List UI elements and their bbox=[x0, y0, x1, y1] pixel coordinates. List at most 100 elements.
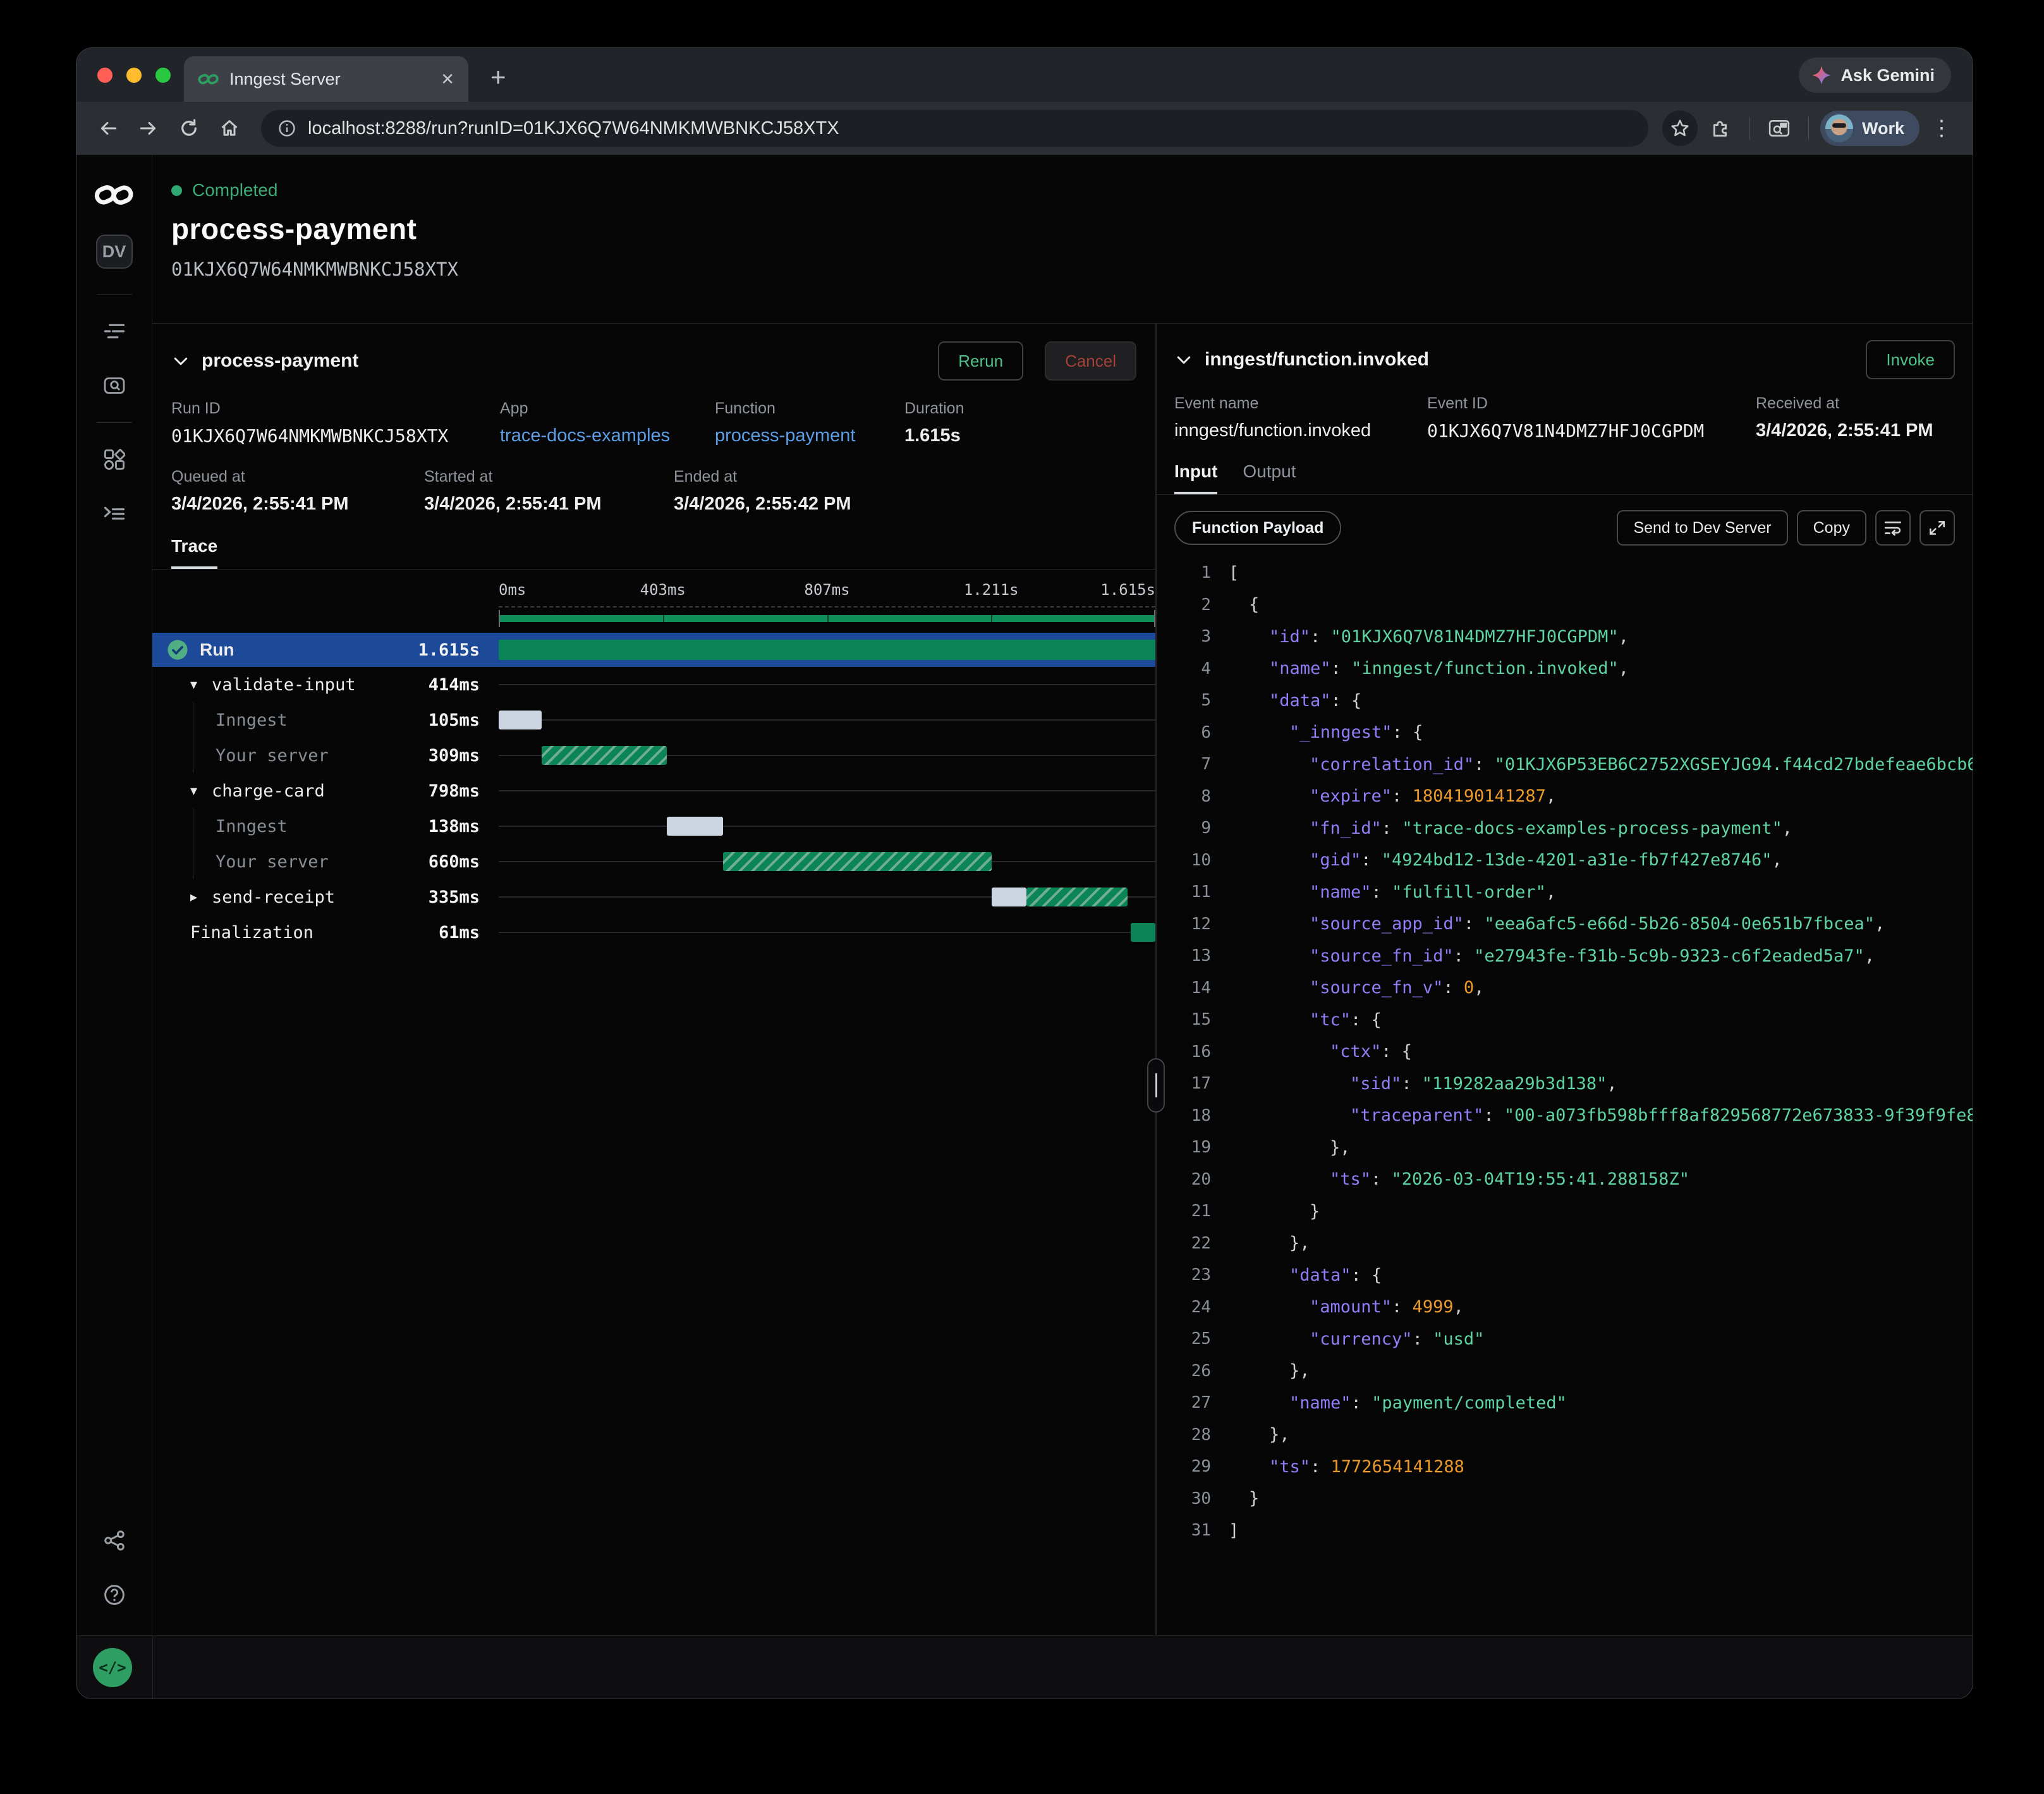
step-name: Inngest bbox=[216, 817, 429, 836]
copy-button[interactable]: Copy bbox=[1797, 510, 1866, 546]
gemini-sparkle-icon bbox=[1811, 65, 1832, 85]
sidebar-item-apps[interactable] bbox=[97, 442, 132, 477]
line-number: 23 bbox=[1174, 1266, 1211, 1284]
bookmark-star-icon[interactable] bbox=[1662, 111, 1698, 146]
wrap-text-icon[interactable] bbox=[1875, 510, 1911, 546]
trace-row-run[interactable]: Run 1.615s bbox=[152, 633, 1155, 667]
avatar bbox=[1825, 114, 1853, 142]
timeline-minimap bbox=[152, 604, 1155, 633]
function-link[interactable]: process-payment bbox=[715, 425, 904, 446]
line-number: 8 bbox=[1174, 787, 1211, 806]
trace-row[interactable]: Finalization61ms bbox=[152, 915, 1155, 950]
desktop: Inngest Server ✕ + Ask Gemini bbox=[0, 0, 2044, 1794]
ask-gemini-button[interactable]: Ask Gemini bbox=[1799, 58, 1951, 93]
reload-icon[interactable] bbox=[171, 111, 207, 146]
expand-icon[interactable] bbox=[1919, 510, 1955, 546]
step-name: Run bbox=[200, 640, 418, 660]
code-line: 3"id": "01KJX6Q7V81N4DMZ7HFJ0CGPDM", bbox=[1174, 621, 1973, 653]
tab-output[interactable]: Output bbox=[1243, 461, 1296, 494]
cancel-button[interactable]: Cancel bbox=[1045, 341, 1136, 381]
sidebar-item-runs[interactable] bbox=[97, 314, 132, 349]
help-icon[interactable] bbox=[97, 1577, 132, 1613]
line-number: 3 bbox=[1174, 627, 1211, 646]
code-line: 18"traceparent": "00-a073fb598bfff8af829… bbox=[1174, 1100, 1973, 1132]
trace-bar-server bbox=[723, 852, 992, 871]
app-badge[interactable]: DV bbox=[96, 235, 133, 269]
chevron-down-icon[interactable]: ▾ bbox=[190, 783, 207, 799]
browser-profile-chip[interactable]: Work bbox=[1820, 111, 1919, 146]
side-panel-search-icon[interactable] bbox=[1761, 111, 1797, 146]
step-duration: 660ms bbox=[429, 852, 499, 872]
trace-rows: ▾validate-input414msInngest105msYour ser… bbox=[152, 667, 1155, 950]
window-controls[interactable] bbox=[97, 68, 171, 83]
event-title: inngest/function.invoked bbox=[1205, 349, 1854, 370]
tab-trace[interactable]: Trace bbox=[171, 536, 217, 569]
toolbar-divider bbox=[1749, 117, 1750, 140]
line-number: 11 bbox=[1174, 882, 1211, 901]
trace-row[interactable]: Your server309ms bbox=[152, 738, 1155, 773]
sidebar-item-events-search[interactable] bbox=[97, 368, 132, 403]
payload-type-chip[interactable]: Function Payload bbox=[1174, 511, 1341, 545]
share-icon[interactable] bbox=[97, 1523, 132, 1558]
app-main: Completed process-payment 01KJX6Q7W64NMK… bbox=[152, 155, 1973, 1635]
line-number: 15 bbox=[1174, 1010, 1211, 1029]
code-line: 4"name": "inngest/function.invoked", bbox=[1174, 653, 1973, 685]
run-id: 01KJX6Q7W64NMKMWBNKCJ58XTX bbox=[171, 259, 1973, 280]
url-bar[interactable]: localhost:8288/run?runID=01KJX6Q7W64NMKM… bbox=[261, 110, 1648, 147]
panel-resize-handle[interactable] bbox=[1147, 1058, 1165, 1113]
trace-bar-queue bbox=[667, 817, 723, 836]
trace-row[interactable]: Your server660ms bbox=[152, 844, 1155, 879]
chevron-down-icon[interactable]: ▾ bbox=[190, 677, 207, 693]
trace-row[interactable]: ▾charge-card798ms bbox=[152, 773, 1155, 809]
send-to-dev-server-button[interactable]: Send to Dev Server bbox=[1617, 510, 1787, 546]
minimize-window-button[interactable] bbox=[126, 68, 142, 83]
extensions-icon[interactable] bbox=[1703, 111, 1738, 146]
inngest-logo bbox=[94, 180, 135, 209]
browser-toolbar: localhost:8288/run?runID=01KJX6Q7W64NMKM… bbox=[76, 102, 1973, 155]
meta-received-at: Received at 3/4/2026, 2:55:41 PM bbox=[1756, 394, 1933, 441]
chevron-right-icon[interactable]: ▸ bbox=[190, 889, 207, 905]
sidebar-item-terminal[interactable] bbox=[97, 496, 132, 532]
invoke-button[interactable]: Invoke bbox=[1866, 340, 1955, 379]
app-footer: </> bbox=[76, 1635, 1973, 1699]
close-window-button[interactable] bbox=[97, 68, 113, 83]
chevron-down-icon[interactable] bbox=[171, 351, 190, 370]
back-icon[interactable] bbox=[90, 111, 126, 146]
line-number: 24 bbox=[1174, 1298, 1211, 1317]
code-line: 31] bbox=[1174, 1515, 1973, 1547]
code-line: 12"source_app_id": "eea6afc5-e66d-5b26-8… bbox=[1174, 908, 1973, 941]
site-info-icon[interactable] bbox=[277, 119, 296, 138]
close-tab-icon[interactable]: ✕ bbox=[441, 70, 454, 89]
step-name: Your server bbox=[216, 852, 429, 872]
code-area[interactable]: 1[2{3"id": "01KJX6Q7V81N4DMZ7HFJ0CGPDM",… bbox=[1157, 557, 1973, 1635]
line-number: 5 bbox=[1174, 691, 1211, 710]
tab-title: Inngest Server bbox=[229, 70, 430, 89]
home-icon[interactable] bbox=[212, 111, 247, 146]
line-number: 16 bbox=[1174, 1042, 1211, 1061]
fullscreen-window-button[interactable] bbox=[155, 68, 171, 83]
line-number: 19 bbox=[1174, 1138, 1211, 1157]
trace-row[interactable]: ▸send-receipt335ms bbox=[152, 879, 1155, 915]
step-duration: 335ms bbox=[429, 888, 499, 907]
browser-tab[interactable]: Inngest Server ✕ bbox=[184, 56, 468, 102]
line-number: 9 bbox=[1174, 819, 1211, 838]
chevron-down-icon[interactable] bbox=[1174, 350, 1193, 369]
forward-icon[interactable] bbox=[131, 111, 166, 146]
code-line: 29"ts": 1772654141288 bbox=[1174, 1451, 1973, 1483]
rerun-button[interactable]: Rerun bbox=[938, 341, 1023, 381]
dev-tools-button[interactable]: </> bbox=[93, 1648, 132, 1687]
url-text[interactable]: localhost:8288/run?runID=01KJX6Q7W64NMKM… bbox=[308, 118, 839, 139]
code-line: 5"data": { bbox=[1174, 685, 1973, 717]
step-duration: 309ms bbox=[429, 746, 499, 766]
tab-input[interactable]: Input bbox=[1174, 461, 1217, 494]
trace-row[interactable]: Inngest138ms bbox=[152, 809, 1155, 844]
meta-ended: Ended at 3/4/2026, 2:55:42 PM bbox=[674, 468, 851, 515]
new-tab-button[interactable]: + bbox=[490, 62, 506, 92]
trace-row[interactable]: Inngest105ms bbox=[152, 702, 1155, 738]
meta-started: Started at 3/4/2026, 2:55:41 PM bbox=[424, 468, 674, 515]
trace-title: process-payment bbox=[202, 350, 927, 372]
browser-menu-icon[interactable]: ⋮ bbox=[1925, 116, 1959, 141]
trace-row[interactable]: ▾validate-input414ms bbox=[152, 667, 1155, 702]
app-link[interactable]: trace-docs-examples bbox=[500, 425, 715, 446]
step-name: charge-card bbox=[212, 781, 429, 801]
